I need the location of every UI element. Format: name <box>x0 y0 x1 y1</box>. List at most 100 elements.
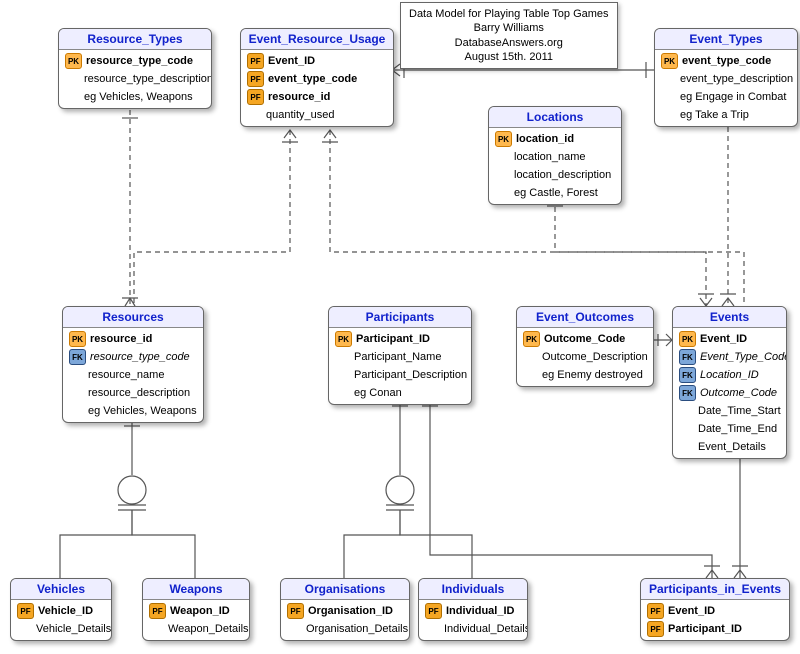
pf-key-icon: PF <box>287 603 304 619</box>
attribute-label: eg Conan <box>354 387 402 399</box>
attribute-row: eg Vehicles, Weapons <box>63 402 203 420</box>
pf-key-icon: PF <box>247 71 264 87</box>
attribute-label: Event_ID <box>668 605 715 617</box>
attribute-row: Individual_Details <box>419 620 527 638</box>
attribute-row: location_description <box>489 166 621 184</box>
attribute-label: location_id <box>516 133 574 145</box>
title-line-4: August 15th. 2011 <box>409 50 609 64</box>
entity-title: Events <box>673 307 786 328</box>
entity-participants-in-events: Participants_in_EventsPFEvent_IDPFPartic… <box>640 578 790 641</box>
attribute-label: Event_ID <box>268 55 315 67</box>
attribute-label: Vehicle_ID <box>38 605 93 617</box>
entity-event-resource-usage: Event_Resource_UsagePFEvent_IDPFevent_ty… <box>240 28 394 127</box>
entity-title: Participants <box>329 307 471 328</box>
attribute-row: Organisation_Details <box>281 620 409 638</box>
attribute-label: event_type_code <box>682 55 771 67</box>
attribute-label: resource_type_code <box>86 55 193 67</box>
attribute-row: PF Weapon_ID <box>143 602 249 620</box>
attribute-label: resource_id <box>268 91 330 103</box>
attribute-row: FKresource_type_code <box>63 348 203 366</box>
attribute-label: Outcome_Code <box>544 333 625 345</box>
attribute-row: resource_type_description <box>59 70 211 88</box>
attribute-row: PK event_type_code <box>655 52 797 70</box>
entity-body: PF Vehicle_ID Vehicle_Details <box>11 600 111 640</box>
fk-key-icon: FK <box>679 349 696 365</box>
attribute-row: eg Enemy destroyed <box>517 366 653 384</box>
pf-key-icon: PF <box>17 603 34 619</box>
pk-key-icon: PK <box>661 53 678 69</box>
pk-key-icon: PK <box>495 131 512 147</box>
attribute-label: event_type_code <box>268 73 357 85</box>
attribute-row: PFParticipant_ID <box>641 620 789 638</box>
attribute-label: Participant_Description <box>354 369 467 381</box>
attribute-label: Outcome_Code <box>700 387 777 399</box>
attribute-label: resource_id <box>90 333 152 345</box>
attribute-label: location_description <box>514 169 611 181</box>
entity-event-types: Event_Types PK event_type_code event_type_d… <box>654 28 798 127</box>
pk-key-icon: PK <box>69 331 86 347</box>
entity-participants: ParticipantsPKParticipant_IDParticipant_… <box>328 306 472 405</box>
attribute-label: resource_description <box>88 387 190 399</box>
entity-resource-types: Resource_Types PK resource_type_coderesour… <box>58 28 212 109</box>
entity-body: PKEvent_IDFKEvent_Type_CodeFKLocation_ID… <box>673 328 786 458</box>
attribute-label: eg Engage in Combat <box>680 91 786 103</box>
attribute-row: Date_Time_End <box>673 420 786 438</box>
attribute-row: PFIndividual_ID <box>419 602 527 620</box>
entity-title: Resources <box>63 307 203 328</box>
attribute-label: resource_type_code <box>90 351 190 363</box>
attribute-row: Vehicle_Details <box>11 620 111 638</box>
attribute-label: resource_name <box>88 369 164 381</box>
attribute-row: FKLocation_ID <box>673 366 786 384</box>
attribute-row: PK resource_type_code <box>59 52 211 70</box>
entity-organisations: OrganisationsPFOrganisation_IDOrganisati… <box>280 578 410 641</box>
entity-title: Vehicles <box>11 579 111 600</box>
attribute-row: Date_Time_Start <box>673 402 786 420</box>
title-line-1: Data Model for Playing Table Top Games <box>409 7 609 21</box>
attribute-row: eg Castle, Forest <box>489 184 621 202</box>
fk-key-icon: FK <box>679 385 696 401</box>
attribute-label: Weapon_Details <box>168 623 249 635</box>
pf-key-icon: PF <box>149 603 166 619</box>
attribute-row: PF Event_ID <box>241 52 393 70</box>
attribute-label: Participant_ID <box>668 623 742 635</box>
entity-title: Weapons <box>143 579 249 600</box>
entity-body: PF Event_ID PF event_type_code PFresource_id… <box>241 50 393 126</box>
entity-events: EventsPKEvent_IDFKEvent_Type_CodeFKLocat… <box>672 306 787 459</box>
entity-weapons: Weapons PF Weapon_ID Weapon_Details <box>142 578 250 641</box>
attribute-row: Event_Details <box>673 438 786 456</box>
attribute-row: PF Vehicle_ID <box>11 602 111 620</box>
entity-body: PFEvent_IDPFParticipant_ID <box>641 600 789 640</box>
attribute-label: resource_type_description <box>84 73 212 85</box>
attribute-label: Participant_ID <box>356 333 430 345</box>
attribute-label: Date_Time_End <box>698 423 777 435</box>
attribute-label: Vehicle_Details <box>36 623 111 635</box>
attribute-label: Event_Details <box>698 441 766 453</box>
entity-title: Resource_Types <box>59 29 211 50</box>
attribute-label: Individual_ID <box>446 605 514 617</box>
attribute-label: Date_Time_Start <box>698 405 781 417</box>
attribute-label: Weapon_ID <box>170 605 230 617</box>
attribute-row: eg Engage in Combat <box>655 88 797 106</box>
attribute-row: PFEvent_ID <box>641 602 789 620</box>
attribute-row: eg Vehicles, Weapons <box>59 88 211 106</box>
entity-resources: Resources PK resource_id FKresource_type_co… <box>62 306 204 423</box>
entity-body: PKOutcome_CodeOutcome_Descriptioneg Enem… <box>517 328 653 386</box>
attribute-label: Organisation_ID <box>308 605 393 617</box>
attribute-row: PFresource_id <box>241 88 393 106</box>
entity-body: PF Weapon_ID Weapon_Details <box>143 600 249 640</box>
attribute-row: PKOutcome_Code <box>517 330 653 348</box>
pk-key-icon: PK <box>65 53 82 69</box>
pk-key-icon: PK <box>679 331 696 347</box>
entity-individuals: IndividualsPFIndividual_IDIndividual_Det… <box>418 578 528 641</box>
attribute-row: Weapon_Details <box>143 620 249 638</box>
attribute-label: quantity_used <box>266 109 335 121</box>
attribute-row: eg Conan <box>329 384 471 402</box>
entity-event-outcomes: Event_OutcomesPKOutcome_CodeOutcome_Desc… <box>516 306 654 387</box>
pf-key-icon: PF <box>247 53 264 69</box>
attribute-label: Event_ID <box>700 333 747 345</box>
attribute-label: event_type_description <box>680 73 793 85</box>
attribute-row: PF Organisation_ID <box>281 602 409 620</box>
entity-title: Event_Types <box>655 29 797 50</box>
attribute-row: PK Event_ID <box>673 330 786 348</box>
attribute-row: Participant_Name <box>329 348 471 366</box>
